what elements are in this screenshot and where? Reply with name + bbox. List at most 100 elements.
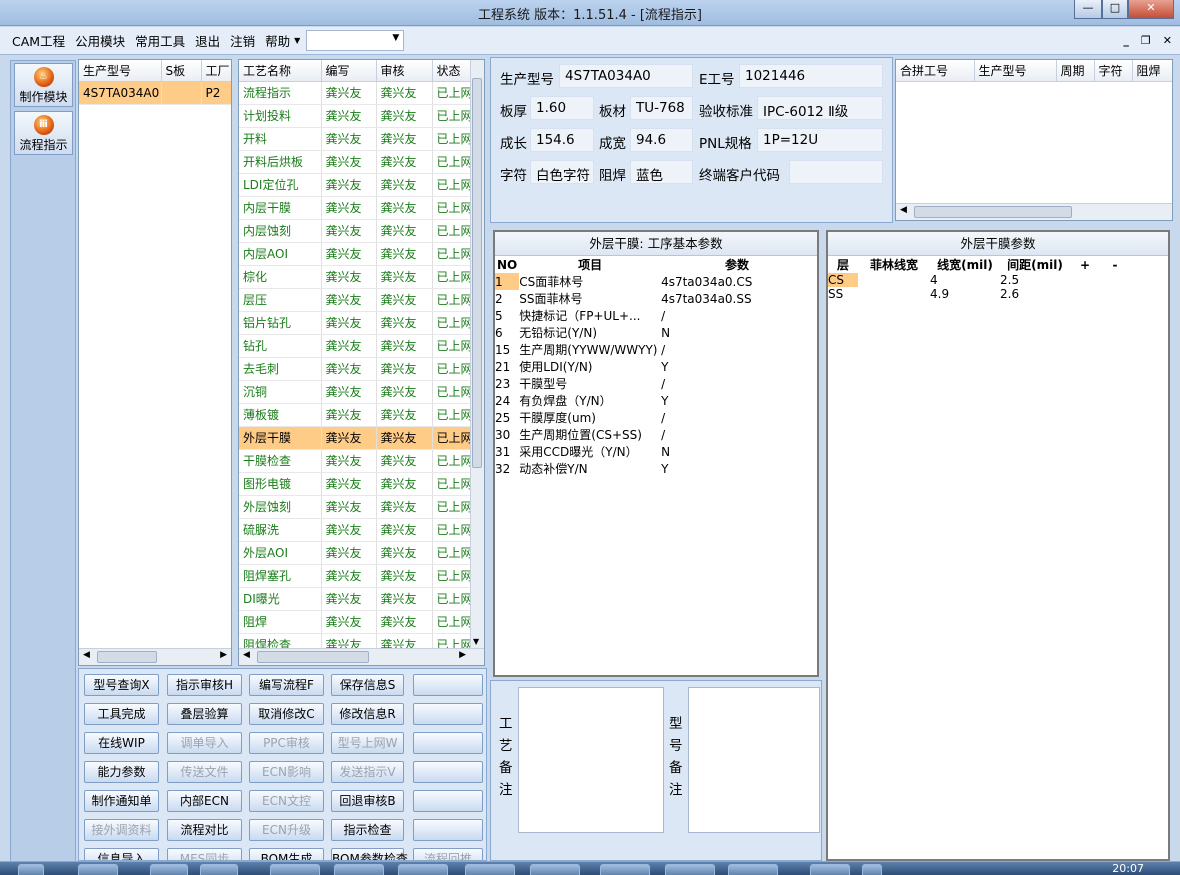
col-status[interactable]: 状态 bbox=[432, 60, 472, 82]
scroll-thumb[interactable] bbox=[472, 78, 482, 468]
taskbar-app-icon[interactable] bbox=[810, 864, 850, 875]
table-row[interactable]: 阻焊 龚兴友 龚兴友 已上网 bbox=[239, 610, 472, 634]
model-remark-textarea[interactable] bbox=[688, 687, 820, 833]
col-solder-mask[interactable]: 阻焊 bbox=[1132, 60, 1172, 82]
table-row[interactable]: 硫脲洗 龚兴友 龚兴友 已上网 bbox=[239, 518, 472, 542]
table-row[interactable]: 32 动态补偿Y/N Y bbox=[495, 460, 813, 477]
scroll-right-icon[interactable]: ▶ bbox=[220, 650, 227, 660]
taskbar-app-icon[interactable] bbox=[334, 864, 384, 875]
table-row[interactable]: 内层蚀刻 龚兴友 龚兴友 已上网 bbox=[239, 219, 472, 243]
table-row[interactable]: 薄板镀 龚兴友 龚兴友 已上网 bbox=[239, 403, 472, 427]
table-row[interactable]: 棕化 龚兴友 龚兴友 已上网 bbox=[239, 265, 472, 289]
action-button[interactable]: 工具完成 bbox=[84, 703, 159, 725]
field-end-customer[interactable] bbox=[789, 160, 883, 184]
table-row[interactable]: 6 无铅标记(Y/N) N bbox=[495, 324, 813, 341]
table-row[interactable]: 5 快捷标记（FP+UL+... / bbox=[495, 307, 813, 324]
taskbar-app-icon[interactable] bbox=[600, 864, 650, 875]
start-icon[interactable] bbox=[18, 864, 44, 875]
table-row[interactable]: SS 4.9 2.6 bbox=[828, 287, 1130, 301]
menu-common-modules[interactable]: 公用模块 bbox=[71, 31, 129, 50]
action-button[interactable]: 指示审核H bbox=[167, 674, 242, 696]
table-row[interactable]: 开料后烘板 龚兴友 龚兴友 已上网 bbox=[239, 150, 472, 174]
taskbar-app-icon[interactable] bbox=[150, 864, 188, 875]
field-length[interactable]: 154.6 bbox=[530, 128, 594, 152]
table-row[interactable]: LDI定位孔 龚兴友 龚兴友 已上网 bbox=[239, 173, 472, 197]
remove-column-button[interactable]: - bbox=[1100, 256, 1130, 273]
col-s-board[interactable]: S板 bbox=[161, 60, 202, 82]
action-button[interactable]: 调单导入 bbox=[167, 732, 242, 754]
field-thickness[interactable]: 1.60 bbox=[530, 96, 594, 120]
table-row[interactable]: DI曝光 龚兴友 龚兴友 已上网 bbox=[239, 587, 472, 611]
col-spacing[interactable]: 间距(mil) bbox=[1000, 256, 1070, 273]
col-no[interactable]: NO bbox=[495, 256, 519, 273]
taskbar-app-icon[interactable] bbox=[862, 864, 882, 875]
table-row[interactable]: 21 使用LDI(Y/N) Y bbox=[495, 358, 813, 375]
table-row[interactable]: 流程指示 龚兴友 龚兴友 已上网 bbox=[239, 81, 472, 105]
table-row[interactable]: 25 干膜厚度(um) / bbox=[495, 409, 813, 426]
horizontal-scrollbar[interactable]: ◀ ▶ bbox=[239, 648, 484, 665]
field-e-job[interactable]: 1021446 bbox=[739, 64, 883, 88]
action-button[interactable]: 发送指示V bbox=[331, 761, 404, 783]
action-button[interactable]: 接外调资料 bbox=[84, 819, 159, 841]
col-line-width[interactable]: 线宽(mil) bbox=[930, 256, 1000, 273]
scroll-left-icon[interactable]: ◀ bbox=[83, 650, 90, 660]
action-button[interactable]: 型号上网W bbox=[331, 732, 404, 754]
col-legend[interactable]: 字符 bbox=[1094, 60, 1133, 82]
table-row[interactable]: 沉铜 龚兴友 龚兴友 已上网 bbox=[239, 380, 472, 404]
table-row[interactable]: 4S7TA034A0 P2 bbox=[79, 81, 231, 105]
table-row[interactable]: 内层AOI 龚兴友 龚兴友 已上网 bbox=[239, 242, 472, 266]
action-button[interactable]: BOM参数检查 bbox=[331, 848, 408, 860]
field-model[interactable]: 4S7TA034A0 bbox=[559, 64, 693, 88]
action-button[interactable]: 保存信息S bbox=[331, 674, 404, 696]
process-remark-textarea[interactable] bbox=[518, 687, 664, 833]
menu-cam[interactable]: CAM工程 bbox=[8, 31, 69, 50]
table-row[interactable]: 计划投料 龚兴友 龚兴友 已上网 bbox=[239, 104, 472, 128]
table-row[interactable]: 阻焊塞孔 龚兴友 龚兴友 已上网 bbox=[239, 564, 472, 588]
mdi-restore-icon[interactable]: ❐ bbox=[1141, 34, 1151, 47]
table-row[interactable]: 内层干膜 龚兴友 龚兴友 已上网 bbox=[239, 196, 472, 220]
col-combine-job[interactable]: 合拼工号 bbox=[896, 60, 975, 82]
action-button[interactable]: MES同步 bbox=[167, 848, 242, 860]
table-row[interactable]: 图形电镀 龚兴友 龚兴友 已上网 bbox=[239, 472, 472, 496]
field-material[interactable]: TU-768 bbox=[630, 96, 693, 120]
scroll-thumb[interactable] bbox=[257, 651, 369, 663]
mdi-minimize-icon[interactable]: _ bbox=[1123, 34, 1129, 47]
action-button[interactable]: PPC审核 bbox=[249, 732, 324, 754]
table-row[interactable]: 外层干膜 龚兴友 龚兴友 已上网 bbox=[239, 426, 472, 450]
col-author[interactable]: 编写 bbox=[321, 60, 377, 82]
col-model[interactable]: 生产型号 bbox=[974, 60, 1057, 82]
action-button[interactable]: BOM生成 bbox=[249, 848, 324, 860]
table-row[interactable]: 钻孔 龚兴友 龚兴友 已上网 bbox=[239, 334, 472, 358]
col-param[interactable]: 参数 bbox=[661, 256, 813, 273]
col-cycle[interactable]: 周期 bbox=[1056, 60, 1095, 82]
action-button[interactable]: 编写流程F bbox=[249, 674, 324, 696]
action-button[interactable] bbox=[413, 732, 483, 754]
menu-common-tools[interactable]: 常用工具 bbox=[131, 31, 189, 50]
nav-flow-instruction[interactable]: ⅲ 流程指示 bbox=[14, 111, 73, 155]
field-standard[interactable]: IPC-6012 Ⅱ级 bbox=[757, 96, 883, 120]
taskbar-app-icon[interactable] bbox=[728, 864, 778, 875]
col-layer[interactable]: 层 bbox=[828, 256, 858, 273]
horizontal-scrollbar[interactable]: ◀ bbox=[896, 203, 1172, 220]
scroll-right-icon[interactable]: ▶ bbox=[459, 650, 466, 660]
action-button[interactable]: 制作通知单 bbox=[84, 790, 159, 812]
scroll-down-icon[interactable]: ▼ bbox=[473, 637, 479, 646]
maximize-icon[interactable]: □ bbox=[1102, 0, 1128, 19]
table-row[interactable]: 外层蚀刻 龚兴友 龚兴友 已上网 bbox=[239, 495, 472, 519]
taskbar-app-icon[interactable] bbox=[200, 864, 238, 875]
action-button[interactable]: 取消修改C bbox=[249, 703, 324, 725]
action-button[interactable]: ECN文控 bbox=[249, 790, 324, 812]
col-item[interactable]: 项目 bbox=[519, 256, 661, 273]
table-row[interactable]: 开料 龚兴友 龚兴友 已上网 bbox=[239, 127, 472, 151]
table-row[interactable]: 层压 龚兴友 龚兴友 已上网 bbox=[239, 288, 472, 312]
close-icon[interactable]: ✕ bbox=[1128, 0, 1174, 19]
field-solder-mask[interactable]: 蓝色 bbox=[630, 160, 693, 184]
table-row[interactable]: 外层AOI 龚兴友 龚兴友 已上网 bbox=[239, 541, 472, 565]
taskbar-app-icon[interactable] bbox=[270, 864, 320, 875]
taskbar-app-icon[interactable] bbox=[530, 864, 580, 875]
col-model[interactable]: 生产型号 bbox=[79, 60, 162, 82]
scroll-left-icon[interactable]: ◀ bbox=[900, 205, 907, 215]
action-button[interactable]: 流程对比 bbox=[167, 819, 242, 841]
taskbar-app-icon[interactable] bbox=[78, 864, 118, 875]
table-row[interactable]: 23 干膜型号 / bbox=[495, 375, 813, 392]
